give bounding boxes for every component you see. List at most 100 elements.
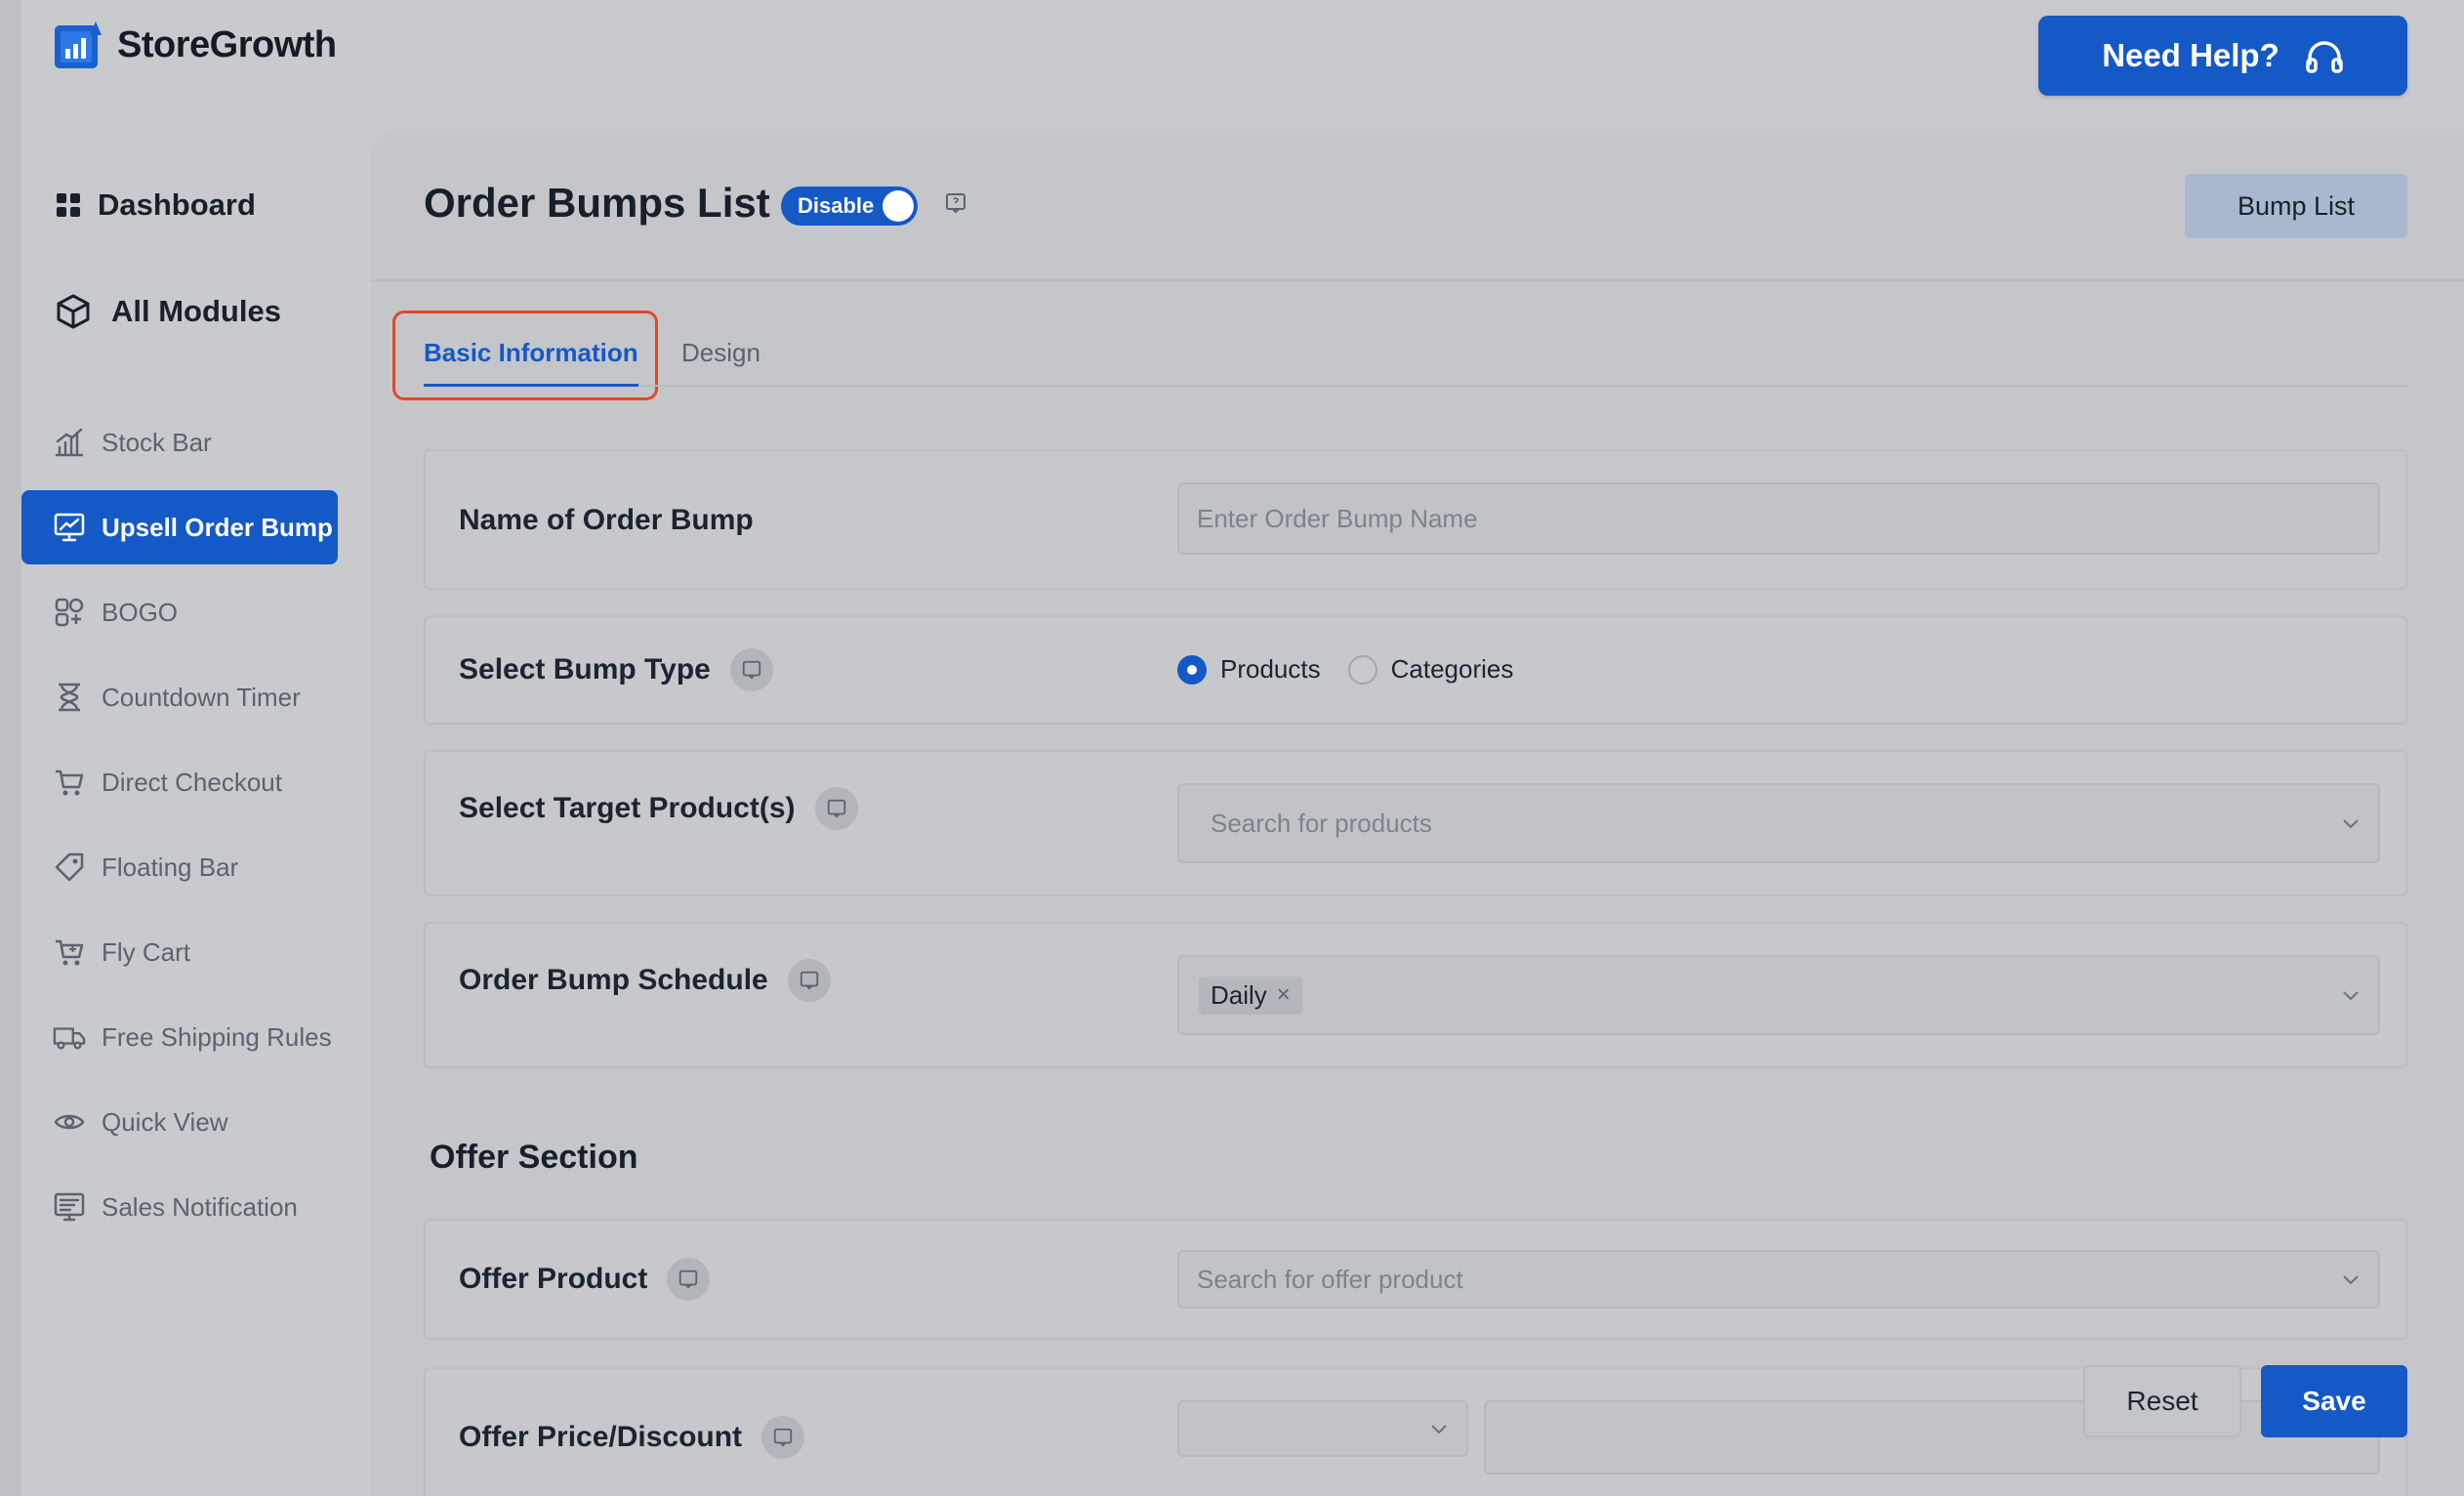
status-toggle[interactable]: Disable — [781, 187, 918, 226]
target-label-row: Select Target Product(s) — [459, 787, 858, 830]
truck-icon — [53, 1020, 86, 1054]
remove-chip-icon[interactable]: × — [1277, 981, 1291, 1009]
sidebar-item-upsell-order-bump[interactable]: Upsell Order Bump — [21, 490, 338, 564]
headset-icon — [2306, 41, 2343, 73]
need-help-button[interactable]: Need Help? — [2038, 16, 2407, 96]
offer-price-label-row: Offer Price/Discount — [459, 1416, 805, 1459]
offer-section-title: Offer Section — [430, 1139, 638, 1176]
schedule-label: Order Bump Schedule — [459, 964, 768, 996]
target-products-select[interactable]: Search for products — [1177, 783, 2380, 863]
sidebar-main-label: Dashboard — [98, 187, 256, 222]
tag-icon — [53, 851, 86, 884]
sidebar-main-all-modules[interactable]: All Modules — [55, 293, 281, 330]
schedule-card: Order Bump Schedule Daily × — [424, 922, 2407, 1068]
sidebar-item-label: Countdown Timer — [102, 682, 301, 712]
schedule-select[interactable]: Daily × — [1177, 955, 2380, 1035]
bump-type-radio-group: Products Categories — [1177, 654, 1513, 685]
sidebar-item-quick-view[interactable]: Quick View — [21, 1085, 338, 1159]
reset-button[interactable]: Reset — [2083, 1365, 2241, 1437]
tab-basic-information[interactable]: Basic Information — [424, 338, 638, 387]
radio-label: Categories — [1390, 654, 1514, 684]
radio-categories[interactable]: Categories — [1347, 654, 1514, 685]
sidebar-item-label: Fly Cart — [102, 936, 190, 967]
offer-product-card: Offer Product Search for offer product — [424, 1219, 2407, 1340]
chevron-down-icon — [2343, 1275, 2359, 1285]
app-name: StoreGrowth — [117, 23, 337, 65]
cart-icon — [53, 935, 86, 969]
bar-chart-icon — [53, 426, 86, 459]
name-card: Name of Order Bump Enter Order Bump Name — [424, 449, 2407, 590]
help-tooltip-icon[interactable] — [729, 648, 773, 691]
chevron-down-icon — [2343, 991, 2359, 1001]
help-tooltip-icon[interactable] — [944, 191, 967, 220]
help-tooltip-icon[interactable] — [787, 959, 831, 1002]
sidebar-main-dashboard[interactable]: Dashboard — [55, 187, 256, 223]
sidebar-item-bogo[interactable]: BOGO — [21, 575, 338, 649]
help-tooltip-icon[interactable] — [814, 787, 858, 830]
sidebar-item-floating-bar[interactable]: Floating Bar — [21, 830, 338, 904]
sidebar-item-label: BOGO — [102, 597, 179, 627]
help-tooltip-icon[interactable] — [761, 1416, 805, 1459]
sidebar-item-label: Sales Notification — [102, 1191, 298, 1222]
name-label: Name of Order Bump — [459, 504, 754, 536]
order-bump-name-input[interactable]: Enter Order Bump Name — [1177, 482, 2380, 555]
offer-price-label: Offer Price/Discount — [459, 1421, 743, 1453]
discount-type-select[interactable] — [1177, 1400, 1468, 1457]
discount-value-input[interactable] — [1484, 1400, 2380, 1475]
page-title: Order Bumps List — [424, 180, 770, 226]
sidebar-item-free-shipping-rules[interactable]: Free Shipping Rules — [21, 1000, 338, 1074]
offer-product-select[interactable]: Search for offer product — [1177, 1250, 2380, 1309]
tab-bar: Basic Information Design — [424, 314, 2407, 387]
left-edge-strip — [0, 0, 21, 1496]
offer-product-placeholder: Search for offer product — [1197, 1264, 1463, 1294]
notification-icon — [53, 1190, 86, 1224]
sidebar-main-label: All Modules — [111, 294, 281, 328]
sidebar-item-label: Floating Bar — [102, 852, 239, 882]
radio-products[interactable]: Products — [1177, 654, 1321, 685]
sidebar-item-fly-cart[interactable]: Fly Cart — [21, 915, 338, 989]
sidebar-item-direct-checkout[interactable]: Direct Checkout — [21, 745, 338, 819]
sidebar-item-countdown-timer[interactable]: Countdown Timer — [21, 660, 338, 734]
save-button[interactable]: Save — [2261, 1365, 2407, 1437]
trend-monitor-icon — [53, 511, 86, 544]
radio-selected-indicator — [1177, 654, 1207, 685]
tab-design[interactable]: Design — [681, 338, 760, 368]
bump-type-label-row: Select Bump Type — [459, 648, 773, 691]
sidebar-item-label: Free Shipping Rules — [102, 1021, 332, 1052]
chevron-down-icon — [2343, 819, 2359, 829]
sidebar-item-label: Quick View — [102, 1106, 228, 1137]
sidebar-item-label: Direct Checkout — [102, 767, 282, 797]
sidebar-item-sales-notification[interactable]: Sales Notification — [21, 1170, 338, 1244]
toggle-label: Disable — [798, 193, 875, 218]
app-logo[interactable]: StoreGrowth — [53, 20, 337, 70]
grid-icon — [57, 193, 80, 217]
order-bump-name-placeholder: Enter Order Bump Name — [1197, 503, 1478, 533]
storegrowth-logo-icon — [55, 21, 102, 68]
need-help-label: Need Help? — [2102, 37, 2279, 73]
main-panel: Order Bumps List Disable Bump List Basic… — [371, 129, 2464, 1496]
bump-type-label: Select Bump Type — [459, 653, 711, 686]
bogo-icon — [53, 596, 86, 629]
hourglass-icon — [53, 681, 86, 714]
sidebar-item-stock-bar[interactable]: Stock Bar — [21, 405, 338, 479]
target-products-card: Select Target Product(s) Search for prod… — [424, 750, 2407, 896]
cube-icon — [57, 294, 90, 329]
target-products-label: Select Target Product(s) — [459, 792, 796, 824]
bump-list-button[interactable]: Bump List — [2185, 174, 2407, 238]
sidebar-item-label: Upsell Order Bump — [102, 512, 333, 542]
schedule-chip: Daily × — [1199, 976, 1302, 1015]
header-divider — [371, 279, 2464, 281]
target-products-placeholder: Search for products — [1211, 808, 1432, 838]
help-tooltip-icon[interactable] — [667, 1258, 711, 1301]
bump-type-card: Select Bump Type Products Categories — [424, 615, 2407, 725]
schedule-label-row: Order Bump Schedule — [459, 959, 831, 1002]
offer-product-label-row: Offer Product — [459, 1258, 711, 1301]
chevron-down-icon — [1431, 1425, 1447, 1434]
offer-product-label: Offer Product — [459, 1263, 648, 1295]
cart-icon — [53, 766, 86, 799]
eye-icon — [53, 1105, 86, 1139]
radio-label: Products — [1220, 654, 1321, 684]
radio-indicator — [1347, 654, 1377, 685]
schedule-chip-label: Daily — [1211, 979, 1267, 1010]
sidebar-item-label: Stock Bar — [102, 427, 212, 457]
